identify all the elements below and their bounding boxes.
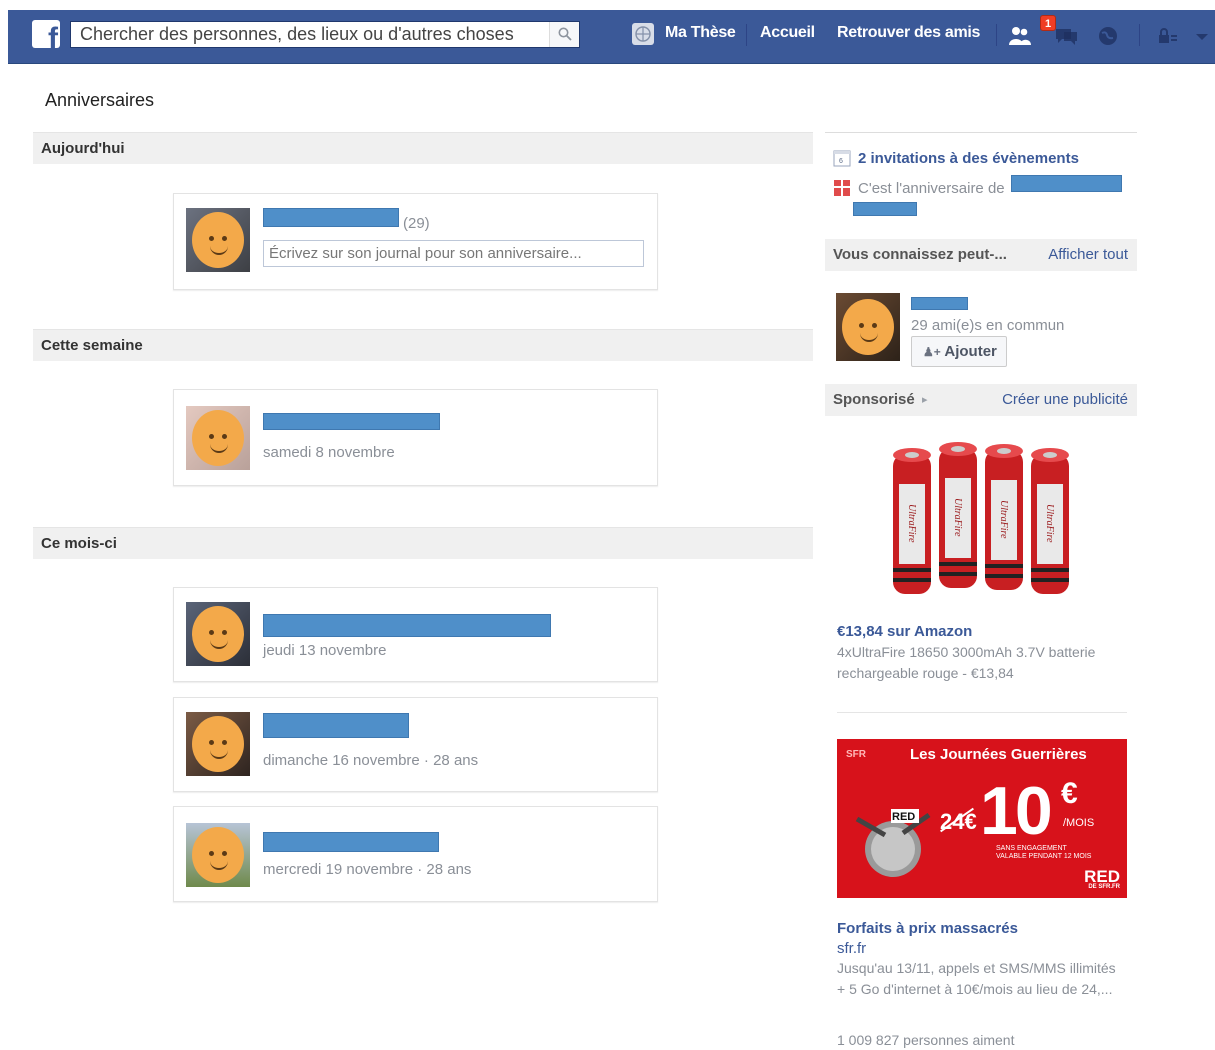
currency: € [1061, 777, 1078, 810]
battery-brand-label: UltraFire [998, 500, 1009, 539]
redacted-name[interactable] [911, 297, 968, 310]
red-logo-sub: DE SFR.FR [1088, 884, 1120, 890]
redacted-name[interactable] [263, 713, 409, 738]
suggested-friend-avatar[interactable] [836, 293, 900, 361]
add-friend-button[interactable]: ♟+ Ajouter [911, 336, 1007, 367]
search-input[interactable] [71, 22, 549, 47]
ad-description: 4xUltraFire 18650 3000mAh 3.7V batterie … [837, 644, 1096, 681]
section-header-this-month: Ce mois-ci [33, 527, 813, 559]
pymk-header: Vous connaissez peut-... Afficher tout [825, 239, 1137, 271]
birthday-card: jeudi 13 novembre [173, 587, 658, 682]
battery-brand-label: UltraFire [952, 498, 963, 537]
nav-divider [1139, 24, 1140, 46]
avatar[interactable] [186, 208, 250, 272]
redacted-name[interactable] [263, 208, 399, 227]
redacted-name[interactable] [853, 202, 917, 216]
sfr-ad-banner[interactable]: SFR Les Journées Guerrières RED 24€ 10 €… [837, 739, 1127, 898]
top-bar: f Ma Thèse Accueil Retrouver des amis 1 [8, 10, 1215, 64]
privacy-lock-icon[interactable] [1153, 23, 1181, 49]
megaphone-icon: ▸ [922, 394, 928, 406]
birthday-date: samedi 8 novembre [263, 444, 395, 461]
account-menu-chevron-down-icon[interactable] [1188, 23, 1215, 49]
battery-brand-label: UltraFire [1044, 504, 1055, 543]
see-all-link[interactable]: Afficher tout [1048, 246, 1128, 263]
birthday-card: mercredi 19 novembre · 28 ans [173, 806, 658, 902]
price: 10 [980, 773, 1053, 849]
calendar-icon: 6 [833, 150, 851, 167]
add-friend-icon: ♟+ [923, 345, 941, 359]
page-title: Anniversaires [45, 90, 155, 110]
redacted-name[interactable] [1011, 175, 1122, 192]
price-unit: /MOIS [1063, 817, 1095, 829]
banner-brand-badge: RED [892, 811, 916, 823]
birthday-date: dimanche 16 novembre · 28 ans [263, 752, 479, 769]
birthday-card: dimanche 16 novembre · 28 ans [173, 697, 658, 792]
nav-divider [996, 24, 997, 46]
ad-divider [837, 712, 1127, 713]
avatar[interactable] [186, 602, 250, 666]
search-box [70, 21, 580, 48]
create-ad-link[interactable]: Créer une publicité [1002, 391, 1128, 408]
facebook-logo[interactable]: f [32, 20, 60, 48]
friend-requests-icon[interactable] [1006, 23, 1034, 49]
nav-home-link[interactable]: Accueil [760, 24, 815, 42]
avatar[interactable] [186, 823, 250, 887]
offer-conditions: SANS ENGAGEMENT VALABLE PENDANT 12 MOIS [996, 845, 1092, 860]
profile-avatar[interactable] [632, 23, 654, 45]
nav-divider [746, 24, 747, 46]
pymk-title: Vous connaissez peut-... [833, 246, 1007, 263]
nav-profile-link[interactable]: Ma Thèse [665, 24, 736, 42]
wall-post-input[interactable] [263, 240, 644, 267]
battery-brand-label: UltraFire [906, 504, 917, 543]
birthday-card: samedi 8 novembre [173, 389, 658, 486]
gift-icon [834, 180, 850, 196]
svg-text:6: 6 [839, 158, 843, 165]
ad-title[interactable]: Forfaits à prix massacrés [837, 920, 1018, 937]
avatar[interactable] [186, 406, 250, 470]
messages-icon[interactable] [1052, 23, 1080, 49]
sponsored-title: Sponsorisé [833, 391, 915, 408]
redacted-name[interactable] [263, 413, 440, 430]
notifications-globe-icon[interactable] [1094, 23, 1122, 49]
sfr-logo: SFR [846, 749, 866, 760]
ad-domain[interactable]: sfr.fr [837, 940, 866, 957]
search-icon [558, 27, 572, 41]
birthday-notice: C'est l'anniversaire de [858, 180, 1005, 197]
globe-icon [635, 26, 651, 42]
warrior-helmet-image [855, 809, 931, 877]
add-friend-label: Ajouter [944, 343, 997, 360]
banner-headline: Les Journées Guerrières [910, 746, 1087, 763]
section-header-this-week: Cette semaine [33, 329, 813, 361]
age-label: (29) [403, 215, 430, 232]
section-header-today: Aujourd'hui [33, 132, 813, 164]
redacted-name[interactable] [263, 832, 439, 852]
sidebar-top-divider [825, 132, 1137, 133]
battery-ad-image[interactable]: UltraFire UltraFire UltraFire UltraFire [885, 442, 1075, 604]
birthday-date: mercredi 19 novembre · 28 ans [263, 861, 472, 878]
birthday-card-today: (29) [173, 193, 658, 290]
redacted-name[interactable] [263, 614, 551, 637]
nav-find-friends-link[interactable]: Retrouver des amis [837, 24, 980, 42]
ad-description: Jusqu'au 13/11, appels et SMS/MMS illimi… [837, 960, 1116, 997]
avatar[interactable] [186, 712, 250, 776]
ad-likes: 1 009 827 personnes aiment [837, 1032, 1015, 1048]
search-button[interactable] [549, 22, 579, 47]
ad-title[interactable]: €13,84 sur Amazon [837, 623, 972, 640]
mutual-friends-count: 29 ami(e)s en commun [911, 317, 1065, 334]
event-invitations-link[interactable]: 2 invitations à des évènements [858, 150, 1079, 167]
sponsored-header: Sponsorisé ▸ Créer une publicité [825, 384, 1137, 416]
old-price: 24€ [940, 809, 977, 834]
birthday-date: jeudi 13 novembre [263, 642, 387, 659]
